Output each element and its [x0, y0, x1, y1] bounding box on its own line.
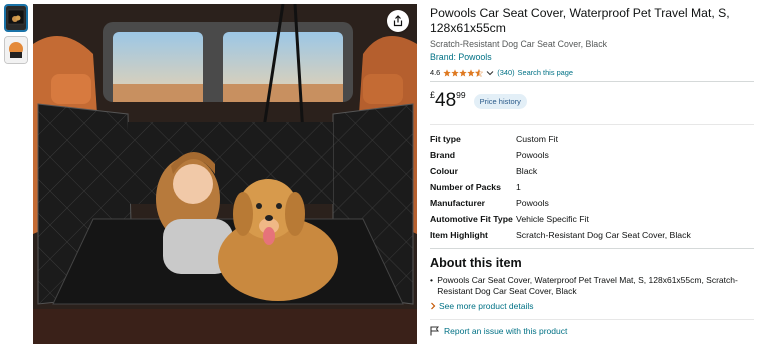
about-heading: About this item [430, 256, 522, 270]
divider [430, 248, 754, 249]
detail-label: Automotive Fit Type [430, 214, 513, 224]
detail-value: Scratch-Resistant Dog Car Seat Cover, Bl… [516, 230, 691, 240]
detail-label: Number of Packs [430, 182, 501, 192]
main-product-image[interactable] [33, 4, 417, 344]
divider [430, 81, 754, 82]
detail-value: Powools [516, 198, 549, 208]
thumbnail-2[interactable] [4, 36, 28, 64]
detail-value: Vehicle Specific Fit [516, 214, 589, 224]
detail-row: Number of Packs 1 [430, 182, 754, 193]
detail-row: Item Highlight Scratch-Resistant Dog Car… [430, 230, 754, 241]
product-info-panel: Powools Car Seat Cover, Waterproof Pet T… [430, 6, 754, 336]
thumbnail-main[interactable] [4, 4, 28, 32]
price-history-button[interactable]: Price history [473, 93, 527, 109]
product-details-table: Fit type Custom Fit Brand Powools Colour… [430, 124, 754, 241]
report-issue-link[interactable]: Report an issue with this product [430, 326, 754, 336]
price-fraction: 99 [456, 90, 466, 100]
detail-label: Item Highlight [430, 230, 488, 240]
detail-label: Manufacturer [430, 198, 486, 208]
detail-value: Powools [516, 150, 549, 160]
detail-row: Brand Powools [430, 150, 754, 161]
star-half-icon [475, 68, 484, 77]
price-row: £ 48 99 Price history [430, 90, 754, 112]
brand-link[interactable]: Brand: Powools [430, 52, 754, 62]
detail-row: Manufacturer Powools [430, 198, 754, 209]
detail-row: Colour Black [430, 166, 754, 177]
product-subtitle: Scratch-Resistant Dog Car Seat Cover, Bl… [430, 39, 607, 49]
star-icon [467, 68, 475, 77]
chevron-down-icon[interactable] [486, 69, 494, 77]
detail-label: Fit type [430, 134, 461, 144]
divider [430, 319, 754, 320]
star-icon [451, 68, 459, 77]
chevron-right-icon [431, 302, 436, 310]
star-icon [459, 68, 467, 77]
see-more-details-link[interactable]: See more product details [430, 301, 754, 311]
detail-label: Brand [430, 150, 456, 160]
share-button[interactable] [387, 10, 409, 32]
detail-value: Black [516, 166, 538, 176]
rating-count-link[interactable]: (340) [497, 68, 514, 77]
see-more-details-label: See more product details [439, 301, 534, 311]
star-rating[interactable] [443, 68, 484, 77]
detail-value: Custom Fit [516, 134, 558, 144]
rating-value: 4.6 [430, 68, 441, 77]
price-currency: £ [430, 90, 436, 100]
share-icon [393, 15, 403, 27]
report-issue-label: Report an issue with this product [444, 326, 568, 336]
thumbnail-strip [4, 4, 30, 68]
flag-icon [430, 326, 439, 336]
about-bullet: • Powools Car Seat Cover, Waterproof Pet… [430, 275, 754, 297]
product-photo [33, 4, 417, 344]
rating-row: 4.6 (340) Search this page [430, 68, 754, 77]
detail-row: Automotive Fit Type Vehicle Specific Fit [430, 214, 754, 225]
detail-label: Colour [430, 166, 458, 176]
detail-row: Fit type Custom Fit [430, 134, 754, 145]
price-whole: 48 [435, 90, 457, 111]
search-this-page-link[interactable]: Search this page [518, 68, 573, 77]
thumbnail-main-image [6, 6, 26, 30]
star-icon [443, 68, 451, 77]
about-bullet-text: Powools Car Seat Cover, Waterproof Pet T… [437, 275, 738, 296]
bullet-dot: • [430, 275, 433, 285]
product-title: Powools Car Seat Cover, Waterproof Pet T… [430, 6, 730, 35]
detail-value: 1 [516, 182, 521, 192]
thumbnail-2-image [5, 37, 27, 63]
